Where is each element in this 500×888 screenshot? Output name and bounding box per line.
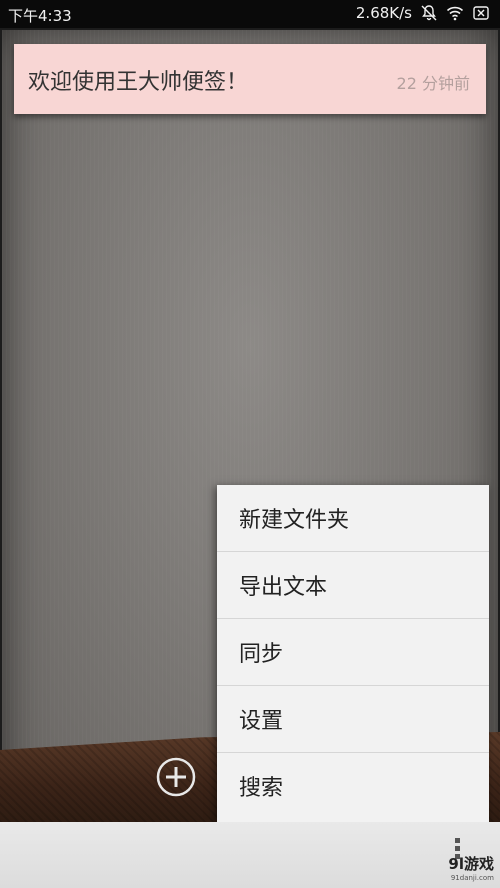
note-card[interactable]: 欢迎使用王大帅便签！ 22 分钟前 xyxy=(14,44,486,114)
menu-item-new-folder[interactable]: 新建文件夹 xyxy=(217,485,489,552)
overflow-menu: 新建文件夹 导出文本 同步 设置 搜索 xyxy=(217,485,489,822)
status-time: 下午4:33 xyxy=(8,7,72,25)
bottom-bar: 9l游戏 91danji.com xyxy=(0,822,500,888)
add-note-button[interactable] xyxy=(154,755,198,799)
watermark-url: 91danji.com xyxy=(450,874,494,882)
note-timestamp: 22 分钟前 xyxy=(396,74,470,93)
watermark: 9l游戏 91danji.com xyxy=(448,853,494,882)
network-speed: 2.68K/s xyxy=(355,4,412,22)
status-indicators: 2.68K/s xyxy=(356,4,490,22)
menu-item-sync[interactable]: 同步 xyxy=(217,619,489,686)
watermark-logo: 9l游戏 xyxy=(448,855,494,873)
status-bar: 下午4:33 2.68K/s xyxy=(0,0,500,28)
menu-item-export-text[interactable]: 导出文本 xyxy=(217,552,489,619)
menu-item-settings[interactable]: 设置 xyxy=(217,686,489,753)
plus-circle-icon xyxy=(156,757,196,797)
note-title: 欢迎使用王大帅便签！ xyxy=(28,70,249,95)
bell-muted-icon xyxy=(420,4,438,22)
sim-off-icon xyxy=(472,4,490,22)
menu-item-search[interactable]: 搜索 xyxy=(217,753,489,819)
app-screen: 下午4:33 2.68K/s 欢迎使用王大帅便签！ 22 分钟前 新建文件夹 导… xyxy=(0,0,500,888)
wifi-icon xyxy=(446,4,464,22)
